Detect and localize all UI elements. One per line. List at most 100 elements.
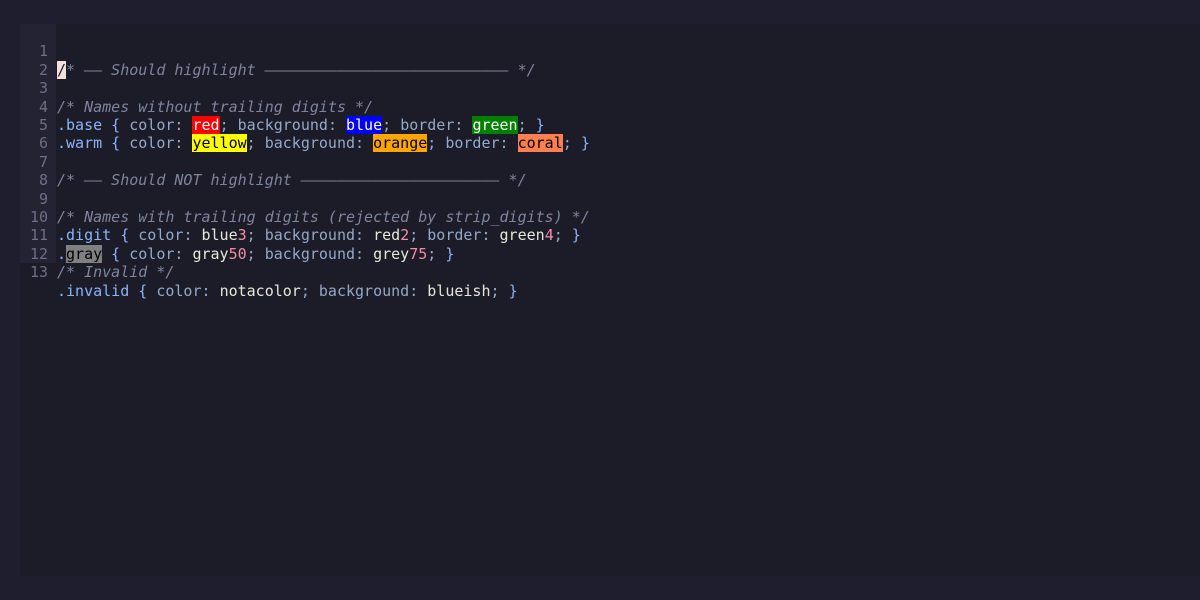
- colon: :: [355, 226, 374, 245]
- line-content[interactable]: /* —— Should NOT highlight —————————————…: [57, 171, 527, 189]
- line-content[interactable]: /* Names without trailing digits */: [57, 98, 373, 116]
- css-property: color: [156, 281, 202, 300]
- open-brace: {: [102, 116, 130, 134]
- semicolon: ;: [409, 226, 428, 245]
- color-value: notacolor: [219, 281, 301, 300]
- color-value: blueish: [427, 281, 491, 300]
- colon: :: [409, 281, 428, 300]
- colon: :: [481, 226, 500, 245]
- comment-text: /* Invalid */: [57, 263, 175, 282]
- line-number: 13: [29, 263, 48, 282]
- css-property: color: [129, 116, 175, 134]
- code-line-1[interactable]: 1 /* —— Should highlight ———————————————…: [20, 24, 536, 79]
- code-line-12[interactable]: 12 /* Invalid */: [20, 226, 174, 281]
- css-property: color: [129, 134, 175, 153]
- colon: :: [174, 244, 193, 263]
- line-content[interactable]: /* —— Should highlight —————————————————…: [57, 60, 536, 79]
- css-property: background: [318, 281, 410, 300]
- semicolon: ;: [219, 116, 238, 134]
- semicolon: ;: [427, 244, 446, 263]
- color-value: red: [373, 226, 401, 245]
- color-value: blue: [201, 226, 238, 245]
- colon: :: [355, 134, 374, 153]
- css-property: border: [445, 134, 500, 153]
- color-digit: 75: [409, 244, 428, 263]
- semicolon: ;: [246, 226, 265, 245]
- colon: :: [201, 281, 220, 300]
- css-selector: .digit: [57, 226, 112, 245]
- colon: :: [174, 134, 193, 153]
- semicolon: ;: [246, 134, 265, 153]
- open-brace: {: [111, 226, 139, 245]
- semicolon: ;: [427, 134, 446, 153]
- css-property: color: [138, 226, 184, 245]
- color-swatch-red: red: [192, 116, 220, 134]
- semicolon: ;: [246, 244, 265, 263]
- semicolon: ;: [517, 116, 536, 134]
- color-swatch-gray: gray: [66, 244, 103, 263]
- semicolon: ;: [562, 134, 581, 153]
- colon: :: [499, 134, 518, 153]
- semicolon: ;: [382, 116, 401, 134]
- line-content[interactable]: .base { color: red; background: blue; bo…: [57, 116, 545, 134]
- code-line-8[interactable]: 8: [20, 153, 56, 189]
- code-line-10[interactable]: 10 .digit { color: blue3; background: re…: [20, 190, 581, 244]
- color-digit: 4: [544, 226, 554, 245]
- colon: :: [454, 116, 473, 134]
- line-content[interactable]: .warm { color: yellow; background: orang…: [57, 134, 590, 153]
- color-value: gray: [192, 244, 229, 263]
- selector-dot: .: [57, 244, 67, 263]
- code-line-11[interactable]: 11 .gray { color: gray50; background: gr…: [20, 208, 454, 263]
- open-brace: {: [102, 134, 130, 153]
- semicolon: ;: [490, 281, 509, 300]
- text-cursor: /: [57, 60, 67, 79]
- line-content[interactable]: /* Invalid */: [57, 263, 174, 281]
- close-brace: }: [535, 116, 545, 134]
- code-line-9[interactable]: 9 /* Names with trailing digits (rejecte…: [20, 171, 590, 226]
- colon: :: [327, 116, 346, 134]
- comment-text: * —— Should highlight ——————————————————…: [66, 60, 536, 79]
- code-editor[interactable]: 1 /* —— Should highlight ———————————————…: [20, 24, 1200, 576]
- css-selector: .warm: [57, 134, 103, 153]
- color-swatch-blue: blue: [346, 116, 383, 134]
- css-property: color: [129, 244, 175, 263]
- color-value: green: [499, 226, 545, 245]
- code-line-7[interactable]: 7 /* —— Should NOT highlight ———————————…: [20, 134, 527, 189]
- open-brace: {: [102, 244, 130, 263]
- code-line-4[interactable]: 4 .base { color: red; background: blue; …: [20, 79, 545, 134]
- comment-text: /* —— Should NOT highlight —————————————…: [57, 171, 527, 190]
- line-content[interactable]: .digit { color: blue3; background: red2;…: [57, 226, 581, 244]
- code-line-2[interactable]: 2: [20, 42, 56, 79]
- open-brace: {: [129, 281, 157, 300]
- semicolon: ;: [300, 281, 319, 300]
- css-selector: .base: [57, 116, 103, 134]
- css-property: border: [400, 116, 455, 134]
- color-digit: 3: [237, 226, 247, 245]
- color-swatch-orange: orange: [373, 134, 428, 153]
- colon: :: [183, 226, 202, 245]
- line-content[interactable]: /* Names with trailing digits (rejected …: [57, 208, 590, 226]
- line-content[interactable]: .invalid { color: notacolor; background:…: [57, 282, 518, 300]
- comment-text: /* Names with trailing digits (rejected …: [57, 208, 590, 226]
- colon: :: [355, 244, 374, 263]
- line-content[interactable]: .gray { color: gray50; background: grey7…: [57, 244, 454, 263]
- code-line-5[interactable]: 5 .warm { color: yellow; background: ora…: [20, 98, 590, 153]
- close-brace: }: [508, 281, 518, 300]
- comment-text: /* Names without trailing digits */: [57, 97, 374, 116]
- color-value: grey: [373, 244, 410, 263]
- css-property: background: [264, 244, 356, 263]
- code-line-6[interactable]: 6: [20, 116, 56, 152]
- semicolon: ;: [553, 226, 572, 245]
- close-brace: }: [580, 134, 590, 153]
- code-line-3[interactable]: 3 /* Names without trailing digits */: [20, 61, 373, 115]
- css-property: background: [264, 226, 356, 245]
- code-line-13[interactable]: 13 .invalid { color: notacolor; backgrou…: [20, 245, 518, 299]
- css-property: background: [264, 134, 356, 153]
- color-digit: 2: [400, 226, 410, 245]
- css-selector: .invalid: [57, 281, 130, 300]
- css-property: border: [427, 226, 482, 245]
- color-swatch-coral: coral: [517, 134, 563, 153]
- close-brace: }: [571, 226, 581, 245]
- color-digit: 50: [228, 244, 247, 263]
- color-swatch-green: green: [472, 116, 518, 134]
